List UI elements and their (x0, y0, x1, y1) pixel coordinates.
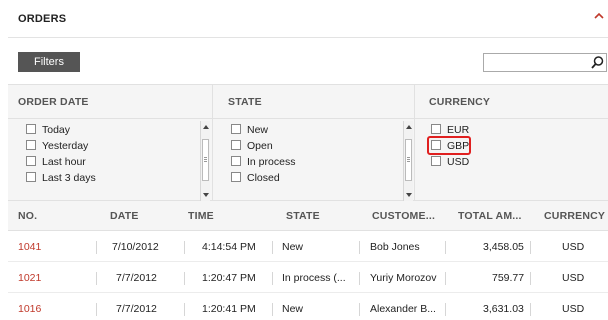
checkbox[interactable] (231, 156, 241, 166)
filters-button[interactable]: Filters (18, 52, 80, 72)
scroll-thumb[interactable] (405, 139, 412, 181)
order-number-link[interactable]: 1041 (18, 232, 41, 262)
order-number-link[interactable]: 1021 (18, 263, 41, 293)
cell-time: 1:20:41 PM (202, 303, 256, 315)
search-icon[interactable] (590, 55, 605, 70)
cell-date: 7/7/2012 (116, 272, 157, 284)
cell-currency: USD (562, 241, 585, 253)
checkbox[interactable] (231, 124, 241, 134)
currency-options: EUR GBP USD (427, 123, 471, 171)
cell-time: 1:20:47 PM (202, 272, 256, 284)
option-new[interactable]: New (231, 123, 295, 139)
cell-total: 759.77 (492, 272, 525, 284)
cell-currency: USD (562, 303, 585, 315)
cell-state: New (282, 303, 304, 315)
option-closed[interactable]: Closed (231, 171, 295, 187)
cell-total: 3,458.05 (483, 241, 524, 253)
scroll-up-icon[interactable] (406, 125, 412, 129)
highlight-ring (427, 136, 471, 155)
cell-currency: USD (562, 272, 585, 284)
order-date-options: Today Yesterday Last hour Last 3 days (26, 123, 96, 187)
option-gbp[interactable]: GBP (427, 136, 471, 155)
table-row[interactable]: 1021 7/7/2012 1:20:47 PM In process (...… (8, 263, 608, 293)
option-last-hour[interactable]: Last hour (26, 155, 96, 171)
scroll-down-icon[interactable] (203, 193, 209, 197)
state-options: New Open In process Closed (231, 123, 295, 187)
filter-heading-state: STATE (213, 85, 414, 119)
scroll-thumb[interactable] (202, 139, 209, 181)
filter-currency: CURRENCY EUR GBP USD (414, 85, 608, 202)
scroll-down-icon[interactable] (406, 193, 412, 197)
cell-state: In process (... (282, 272, 346, 284)
column-header-no[interactable]: NO. (18, 201, 37, 231)
checkbox[interactable] (26, 124, 36, 134)
column-header-currency[interactable]: CURRENCY (544, 201, 605, 231)
scroll-up-icon[interactable] (203, 125, 209, 129)
search-input[interactable] (483, 53, 607, 72)
checkbox[interactable] (231, 140, 241, 150)
cell-state: New (282, 241, 304, 253)
checkbox[interactable] (26, 156, 36, 166)
option-last-3-days[interactable]: Last 3 days (26, 171, 96, 187)
cell-customer: Yuriy Morozov (370, 272, 437, 284)
filter-heading-currency: CURRENCY (415, 85, 608, 119)
checkbox[interactable] (231, 172, 241, 182)
panel-title: ORDERS (18, 13, 67, 25)
panel-header: ORDERS (8, 0, 608, 38)
column-header-date[interactable]: DATE (110, 201, 139, 231)
table-header: NO. DATE TIME STATE CUSTOME... TOTAL AM.… (8, 201, 608, 231)
table-row[interactable]: 1016 7/7/2012 1:20:41 PM New Alexander B… (8, 294, 608, 320)
option-in-process[interactable]: In process (231, 155, 295, 171)
column-header-customer[interactable]: CUSTOME... (372, 201, 435, 231)
order-date-scrollbar[interactable] (200, 121, 210, 201)
filter-heading-order-date: ORDER DATE (8, 85, 212, 119)
option-yesterday[interactable]: Yesterday (26, 139, 96, 155)
checkbox[interactable] (26, 140, 36, 150)
column-header-state[interactable]: STATE (286, 201, 320, 231)
filter-state: STATE New Open In process Closed (212, 85, 414, 202)
column-header-total[interactable]: TOTAL AM... (458, 201, 522, 231)
table-row[interactable]: 1041 7/10/2012 4:14:54 PM New Bob Jones … (8, 232, 608, 262)
cell-date: 7/7/2012 (116, 303, 157, 315)
toolbar: Filters (8, 38, 608, 84)
cell-customer: Alexander B... (370, 303, 436, 315)
filter-panel: ORDER DATE Today Yesterday Last hour Las… (8, 84, 608, 202)
state-scrollbar[interactable] (403, 121, 413, 201)
cell-total: 3,631.03 (483, 303, 524, 315)
checkbox[interactable] (431, 124, 441, 134)
order-number-link[interactable]: 1016 (18, 294, 41, 320)
option-open[interactable]: Open (231, 139, 295, 155)
checkbox[interactable] (26, 172, 36, 182)
checkbox[interactable] (431, 156, 441, 166)
chevron-up-icon[interactable] (592, 9, 606, 23)
filter-order-date: ORDER DATE Today Yesterday Last hour Las… (8, 85, 212, 202)
column-header-time[interactable]: TIME (188, 201, 214, 231)
option-usd[interactable]: USD (431, 155, 469, 171)
cell-customer: Bob Jones (370, 241, 420, 253)
option-today[interactable]: Today (26, 123, 96, 139)
orders-panel: ORDERS Filters ORDER DATE Today Yesterda… (8, 0, 608, 320)
cell-date: 7/10/2012 (112, 241, 159, 253)
cell-time: 4:14:54 PM (202, 241, 256, 253)
